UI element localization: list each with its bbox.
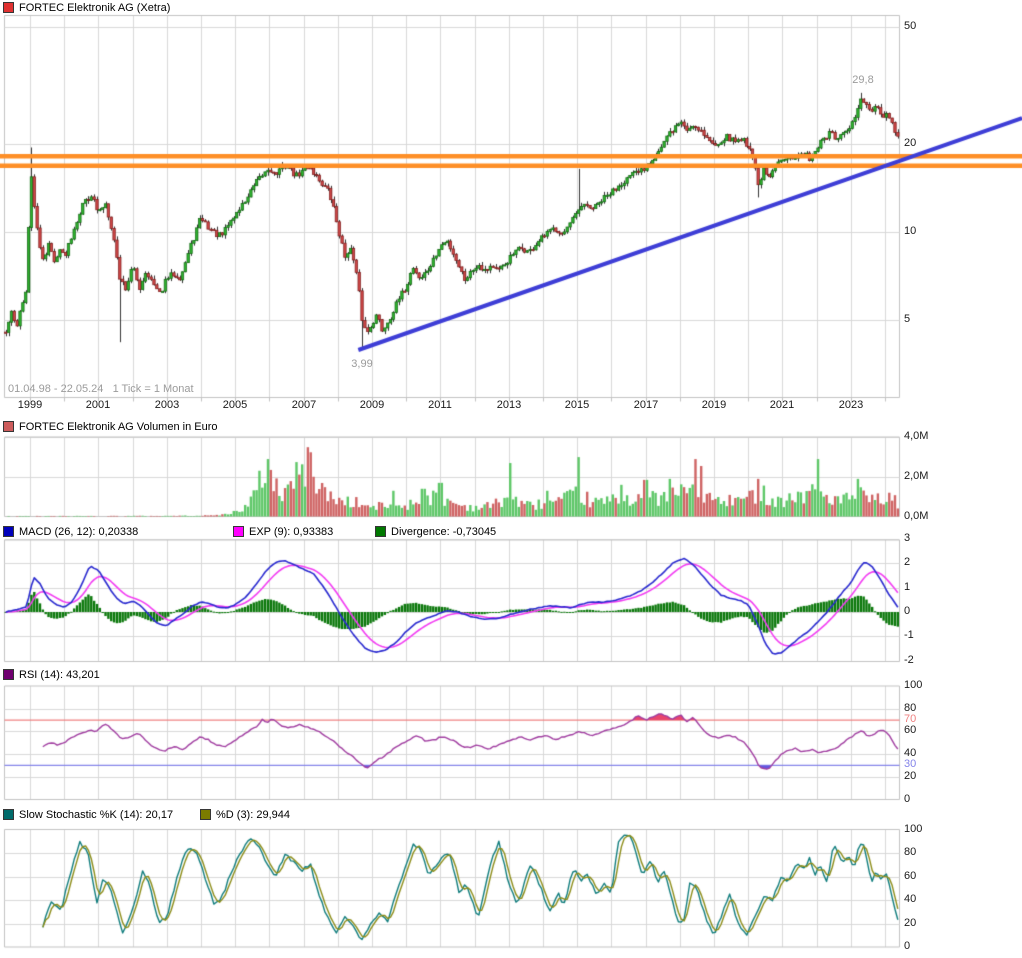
stoch-y-tick: 100 xyxy=(904,823,922,835)
macd-label: MACD (26, 12): 0,20338 xyxy=(19,526,138,538)
rsi-y-tick: 0 xyxy=(904,793,910,805)
price-panel-title: FORTEC Elektronik AG (Xetra) xyxy=(19,2,170,14)
x-year-label: 2023 xyxy=(829,399,873,411)
stoch-d-swatch-icon xyxy=(200,809,211,820)
macd-y-tick: 0 xyxy=(904,605,910,617)
stoch-y-tick: 80 xyxy=(904,846,916,858)
rsi-y-tick: 20 xyxy=(904,770,916,782)
price-y-tick: 10 xyxy=(904,225,916,237)
stoch-y-tick: 20 xyxy=(904,917,916,929)
volume-y-tick: 4,0M xyxy=(904,430,928,442)
macd-legend-item-exp[interactable]: EXP (9): 0,93383 xyxy=(233,525,333,538)
x-year-label: 2001 xyxy=(76,399,120,411)
macd-y-tick: 2 xyxy=(904,556,910,568)
volume-y-tick: 2,0M xyxy=(904,470,928,482)
macd-legend-item-divergence[interactable]: Divergence: -0,73045 xyxy=(375,525,496,538)
price-legend-swatch-icon xyxy=(3,2,14,13)
low-price-annotation: 3,99 xyxy=(340,358,384,370)
macd-y-tick: -1 xyxy=(904,629,914,641)
price-panel-legend[interactable]: FORTEC Elektronik AG (Xetra) xyxy=(3,1,170,14)
rsi-y-tick: 30 xyxy=(904,758,916,770)
price-y-tick: 50 xyxy=(904,20,916,32)
volume-panel-title: FORTEC Elektronik AG Volumen in Euro xyxy=(19,421,218,433)
macd-y-tick: 3 xyxy=(904,532,910,544)
x-year-label: 2007 xyxy=(282,399,326,411)
stoch-legend-item-k[interactable]: Slow Stochastic %K (14): 20,17 xyxy=(3,808,173,821)
x-year-label: 2017 xyxy=(624,399,668,411)
rsi-panel-legend[interactable]: RSI (14): 43,201 xyxy=(3,668,100,681)
rsi-y-tick: 60 xyxy=(904,724,916,736)
macd-swatch-icon xyxy=(3,526,14,537)
x-year-label: 2019 xyxy=(692,399,736,411)
date-range-label: 01.04.98 - 22.05.24 1 Tick = 1 Monat xyxy=(8,383,194,395)
rsi-y-tick: 100 xyxy=(904,679,922,691)
stock-chart-app: FORTEC Elektronik AG (Xetra) 01.04.98 - … xyxy=(0,0,1022,958)
x-year-label: 2021 xyxy=(760,399,804,411)
macd-y-tick: -2 xyxy=(904,654,914,666)
stoch-legend-item-d[interactable]: %D (3): 29,944 xyxy=(200,808,290,821)
stoch-d-label: %D (3): 29,944 xyxy=(216,809,290,821)
exp-label: EXP (9): 0,93383 xyxy=(249,526,333,538)
rsi-legend-swatch-icon xyxy=(3,669,14,680)
rsi-label: RSI (14): 43,201 xyxy=(19,669,100,681)
volume-panel-legend[interactable]: FORTEC Elektronik AG Volumen in Euro xyxy=(3,420,218,433)
price-y-tick: 20 xyxy=(904,137,916,149)
stoch-y-tick: 60 xyxy=(904,870,916,882)
divergence-swatch-icon xyxy=(375,526,386,537)
volume-legend-swatch-icon xyxy=(3,421,14,432)
x-year-label: 2011 xyxy=(418,399,462,411)
x-year-label: 2013 xyxy=(487,399,531,411)
x-year-label: 2015 xyxy=(555,399,599,411)
stoch-y-tick: 0 xyxy=(904,940,910,952)
volume-y-tick: 0,0M xyxy=(904,510,928,522)
x-year-label: 2009 xyxy=(350,399,394,411)
stoch-k-label: Slow Stochastic %K (14): 20,17 xyxy=(19,809,173,821)
macd-legend-item-macd[interactable]: MACD (26, 12): 0,20338 xyxy=(3,525,138,538)
x-year-label: 2003 xyxy=(145,399,189,411)
stoch-y-tick: 40 xyxy=(904,893,916,905)
x-year-label: 2005 xyxy=(213,399,257,411)
macd-y-tick: 1 xyxy=(904,581,910,593)
divergence-label: Divergence: -0,73045 xyxy=(391,526,496,538)
price-y-tick: 5 xyxy=(904,313,910,325)
exp-swatch-icon xyxy=(233,526,244,537)
high-price-annotation: 29,8 xyxy=(841,74,885,86)
x-year-label: 1999 xyxy=(8,399,52,411)
stoch-k-swatch-icon xyxy=(3,809,14,820)
